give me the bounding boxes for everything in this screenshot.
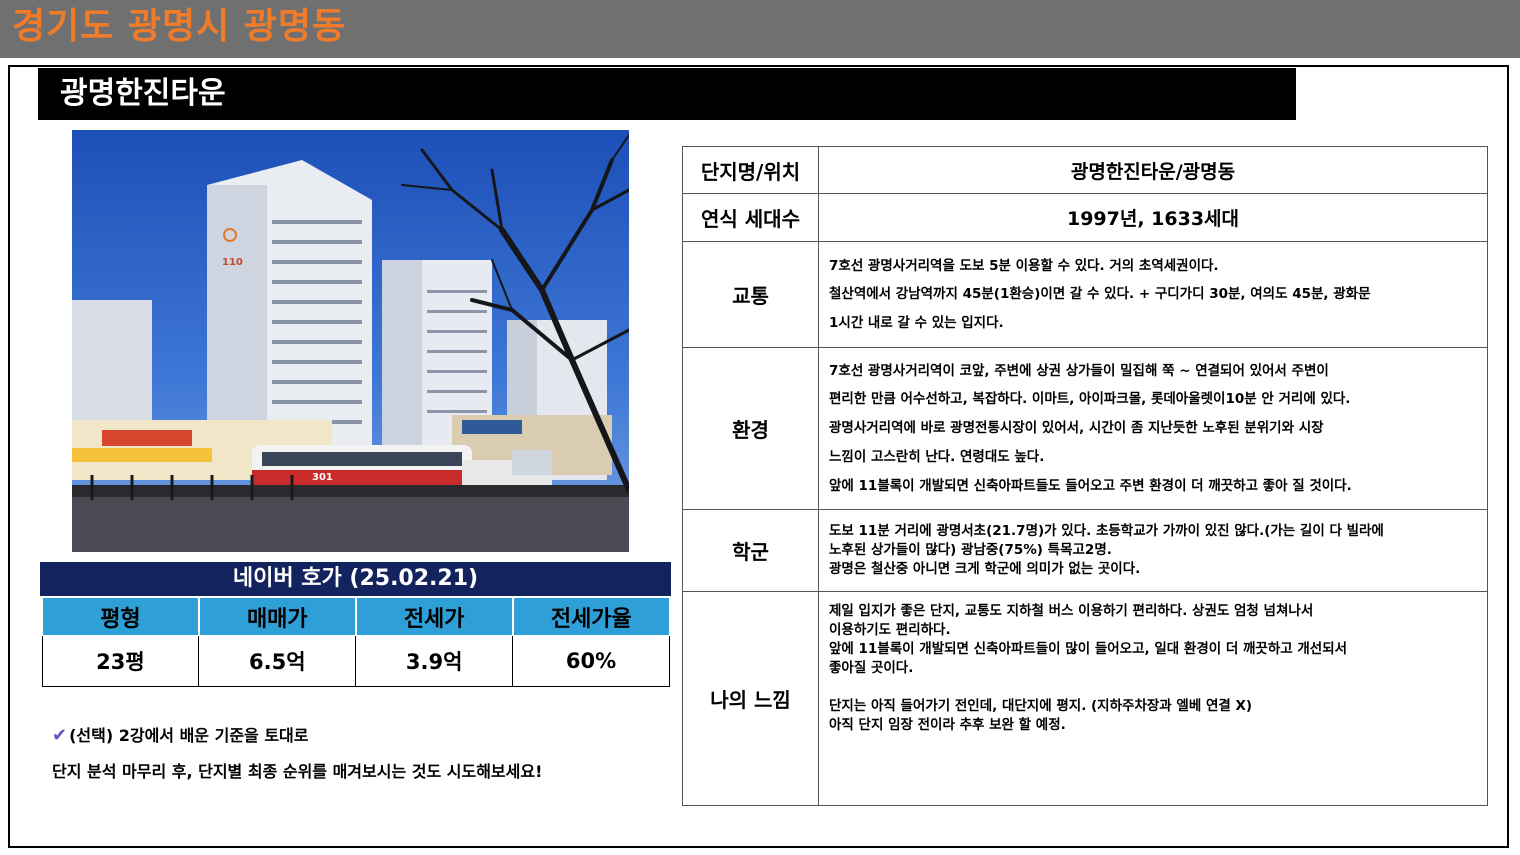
complex-name-bar: 광명한진타운 [38,68,1296,120]
guide-note: ✔ (선택) 2강에서 배운 기준을 토대로 단지 분석 마무리 후, 단지별 최… [52,718,542,790]
feeling-value: 제일 입지가 좋은 단지, 교통도 지하철 버스 이용하기 편리하다. 상권도 … [818,591,1488,806]
text-line: 광명사거리역에 바로 광명전통시장이 있어서, 시간이 좀 지난듯한 노후된 분… [829,420,1324,437]
table-row: 연식 세대수 1997년, 1633세대 [682,193,1488,242]
jeonse-ratio-cell: 60% [512,635,670,687]
table-row: 교통 7호선 광명사거리역을 도보 5분 이용할 수 있다. 거의 초역세권이다… [682,241,1488,348]
feeling-label: 나의 느낌 [682,591,819,806]
sale-price-cell: 6.5억 [198,635,357,687]
text-line: 철산역에서 강남역까지 45분(1환승)이면 갈 수 있다. + 구디가디 30… [829,286,1371,303]
environment-label: 환경 [682,347,819,510]
table-row: 환경 7호선 광명사거리역이 코앞, 주변에 상권 상가들이 밀집해 쭉 ~ 연… [682,347,1488,510]
location-value: 광명한진타운/광명동 [818,146,1488,194]
location-label: 단지명/위치 [682,146,819,194]
jeonse-price-cell: 3.9억 [355,635,514,687]
column-header: 평형 [41,597,200,636]
text-line: 앞에 11블록이 개발되면 신축아파트들이 많이 들어오고, 일대 환경이 더 … [829,641,1348,657]
complex-name: 광명한진타운 [60,76,226,111]
text-line: 제일 입지가 좋은 단지, 교통도 지하철 버스 이용하기 편리하다. 상권도 … [829,603,1314,619]
table-row: 단지명/위치 광명한진타운/광명동 [682,146,1488,194]
text-line: 편리한 만큼 어수선하고, 복잡하다. 이마트, 아이파크몰, 롯데아울렛이10… [829,391,1351,408]
text-line: 앞에 11블록이 개발되면 신축아파트들도 들어오고 주변 환경이 더 깨끗하고… [829,477,1352,494]
table-row: 23평 6.5억 3.9억 60% [41,635,670,687]
text-line: 1시간 내로 갈 수 있는 입지다. [829,314,1004,331]
text-line: 느낌이 고스란히 난다. 연령대도 높다. [829,448,1045,465]
naver-price-title: 네이버 호가 (25.02.21) [40,562,671,596]
region-title: 경기도 광명시 광명동 [12,6,347,47]
note-line-1: (선택) 2강에서 배운 기준을 토대로 [69,726,309,745]
table-header-row: 평형 매매가 전세가 전세가율 [41,597,670,636]
environment-value: 7호선 광명사거리역이 코앞, 주변에 상권 상가들이 밀집해 쭉 ~ 연결되어… [818,347,1488,510]
text-line [829,678,1477,697]
school-value: 도보 11분 거리에 광명서초(21.7명)가 있다. 초등학교가 가까이 있진… [818,509,1488,592]
text-line: 노후된 상가들이 많다) 광남중(75%) 특목고2명. [829,542,1112,558]
table-row: 나의 느낌 제일 입지가 좋은 단지, 교통도 지하철 버스 이용하기 편리하다… [682,591,1488,806]
transport-value: 7호선 광명사거리역을 도보 5분 이용할 수 있다. 거의 초역세권이다. 철… [818,241,1488,348]
text-line: 7호선 광명사거리역을 도보 5분 이용할 수 있다. 거의 초역세권이다. [829,257,1219,274]
checkmark-icon: ✔ [52,725,68,746]
text-line: 단지는 아직 들어가기 전인데, 대단지에 평지. (지하주차장과 엘베 연결 … [829,698,1253,714]
note-line-2: 단지 분석 마무리 후, 단지별 최종 순위를 매겨보시는 것도 시도해보세요! [52,762,543,781]
table-row: 학군 도보 11분 거리에 광명서초(21.7명)가 있다. 초등학교가 가까이… [682,509,1488,592]
text-line: 아직 단지 임장 전이라 추후 보완 할 예정. [829,717,1066,733]
text-line: 좋아질 곳이다. [829,660,914,676]
column-header: 매매가 [197,597,357,636]
building-number: 110 [222,257,243,268]
year-value: 1997년, 1633세대 [818,193,1488,242]
bus-number: 301 [312,472,333,483]
header-bar: 경기도 광명시 광명동 [0,0,1520,58]
complex-photo: 110 301 [72,130,629,552]
school-label: 학군 [682,509,819,592]
transport-label: 교통 [682,241,819,348]
size-cell: 23평 [41,635,200,687]
naver-price-panel: 네이버 호가 (25.02.21) 평형 매매가 전세가 전세가율 23평 6.… [40,562,671,688]
text-line: 광명은 철산중 아니면 크게 학군에 의미가 없는 곳이다. [829,561,1141,577]
complex-info-table: 단지명/위치 광명한진타운/광명동 연식 세대수 1997년, 1633세대 교… [682,146,1488,806]
naver-price-table: 평형 매매가 전세가 전세가율 23평 6.5억 3.9억 60% [41,597,670,687]
text-line: 7호선 광명사거리역이 코앞, 주변에 상권 상가들이 밀집해 쭉 ~ 연결되어… [829,362,1329,379]
text-line: 이용하기도 편리하다. [829,622,951,638]
text-line: 도보 11분 거리에 광명서초(21.7명)가 있다. 초등학교가 가까이 있진… [829,523,1384,539]
year-label: 연식 세대수 [682,193,819,242]
column-header: 전세가 [354,597,514,636]
column-header: 전세가율 [511,597,670,636]
